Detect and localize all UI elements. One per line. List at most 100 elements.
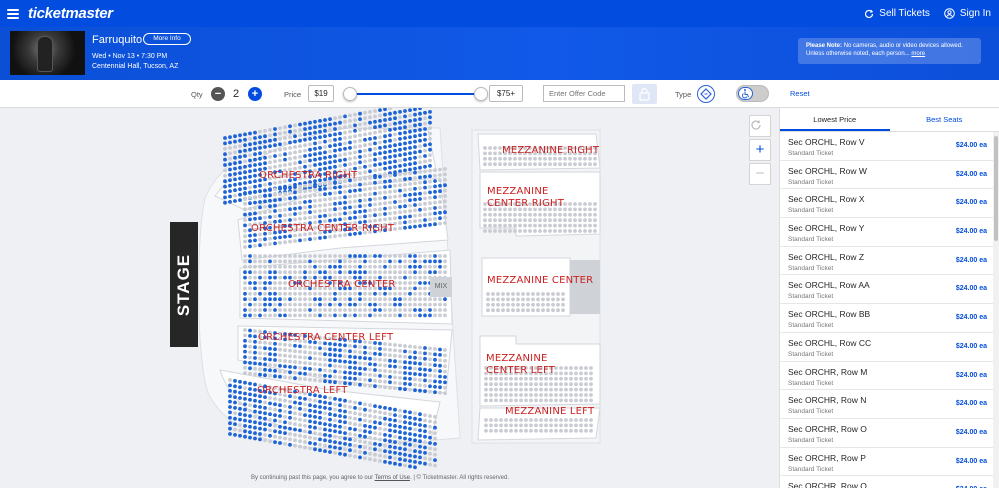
seat[interactable] — [253, 189, 257, 194]
seat[interactable] — [428, 308, 432, 312]
seat[interactable] — [378, 405, 382, 409]
seat[interactable] — [308, 137, 312, 141]
seat[interactable] — [333, 143, 337, 148]
seat[interactable] — [383, 150, 387, 155]
seat[interactable] — [243, 349, 247, 354]
seat[interactable] — [273, 418, 277, 423]
seat[interactable] — [408, 140, 412, 145]
seat[interactable] — [293, 185, 297, 189]
seat[interactable] — [328, 133, 332, 138]
zoom-out-button[interactable]: − — [749, 163, 771, 185]
seat[interactable] — [328, 117, 332, 121]
seat[interactable] — [378, 124, 382, 129]
seat[interactable] — [393, 164, 397, 169]
seat[interactable] — [288, 218, 292, 222]
seat[interactable] — [418, 450, 422, 454]
seat[interactable] — [338, 441, 342, 445]
seat[interactable] — [383, 212, 387, 216]
seat[interactable] — [248, 281, 252, 285]
seat[interactable] — [388, 444, 392, 449]
seat[interactable] — [408, 371, 412, 376]
seat[interactable] — [283, 425, 287, 430]
seat[interactable] — [328, 144, 332, 148]
seat[interactable] — [418, 281, 422, 285]
seat[interactable] — [418, 412, 422, 417]
seat[interactable] — [418, 308, 422, 312]
seat[interactable] — [373, 368, 377, 372]
seat[interactable] — [308, 204, 312, 209]
seat[interactable] — [343, 313, 347, 318]
seat[interactable] — [248, 190, 252, 195]
seat[interactable] — [413, 112, 417, 117]
seat[interactable] — [258, 135, 262, 139]
seat[interactable] — [293, 195, 297, 200]
seat[interactable] — [238, 417, 242, 422]
seat[interactable] — [433, 363, 437, 368]
seat[interactable] — [293, 212, 297, 216]
seat[interactable] — [258, 313, 262, 318]
offer-code-input[interactable] — [543, 85, 625, 102]
seat[interactable] — [403, 447, 407, 452]
seat[interactable] — [403, 458, 407, 462]
seat[interactable] — [413, 186, 417, 191]
seat[interactable] — [263, 362, 267, 367]
seat[interactable] — [393, 359, 397, 364]
seat[interactable] — [283, 157, 287, 162]
seat[interactable] — [283, 364, 287, 369]
seat[interactable] — [423, 356, 427, 361]
seat[interactable] — [353, 215, 357, 220]
label-mezzanine-right[interactable]: MEZZANINE RIGHT — [502, 145, 599, 156]
seat[interactable] — [388, 149, 392, 154]
seat[interactable] — [253, 350, 257, 355]
seat[interactable] — [418, 197, 422, 201]
seat[interactable] — [323, 449, 327, 453]
seat[interactable] — [403, 376, 407, 381]
seat[interactable] — [258, 426, 262, 431]
seat[interactable] — [318, 129, 322, 134]
seat[interactable] — [228, 200, 232, 204]
seat[interactable] — [333, 132, 337, 137]
seat[interactable] — [358, 297, 362, 302]
ticket-row[interactable]: Sec ORCHL, Row CC Standard Ticket $24.00 e… — [780, 333, 999, 362]
seat[interactable] — [318, 146, 322, 150]
seat[interactable] — [268, 357, 272, 362]
seat[interactable] — [433, 211, 437, 216]
seat[interactable] — [238, 133, 242, 138]
seat[interactable] — [363, 254, 367, 258]
seat[interactable] — [358, 355, 362, 360]
seat[interactable] — [333, 445, 337, 450]
seat[interactable] — [393, 297, 397, 302]
seat[interactable] — [433, 179, 437, 183]
seat[interactable] — [423, 313, 427, 318]
seat[interactable] — [313, 136, 317, 140]
ticketmaster-logo[interactable]: ticketmaster — [28, 5, 113, 22]
seat[interactable] — [368, 313, 372, 318]
seat[interactable] — [403, 119, 407, 124]
seat[interactable] — [323, 438, 327, 443]
seat[interactable] — [273, 203, 277, 208]
seat[interactable] — [243, 297, 247, 302]
seat[interactable] — [253, 163, 257, 167]
seat[interactable] — [288, 129, 292, 134]
seat[interactable] — [388, 428, 392, 433]
seat[interactable] — [318, 297, 322, 302]
seat[interactable] — [408, 192, 412, 197]
seat[interactable] — [248, 430, 252, 435]
seat[interactable] — [323, 192, 327, 197]
seat[interactable] — [333, 424, 337, 428]
seat[interactable] — [358, 182, 362, 187]
seat[interactable] — [228, 194, 232, 199]
seat[interactable] — [338, 353, 342, 358]
seat[interactable] — [333, 121, 337, 126]
seat[interactable] — [283, 275, 287, 280]
seat[interactable] — [293, 206, 297, 211]
seat[interactable] — [403, 163, 407, 167]
seat[interactable] — [243, 223, 247, 228]
seat[interactable] — [323, 427, 327, 432]
seat[interactable] — [403, 436, 407, 441]
label-mezzanine-center[interactable]: MEZZANINE CENTER — [487, 275, 593, 286]
seat[interactable] — [418, 423, 422, 427]
seat[interactable] — [348, 140, 352, 145]
seat[interactable] — [423, 154, 427, 158]
seat[interactable] — [258, 432, 262, 436]
